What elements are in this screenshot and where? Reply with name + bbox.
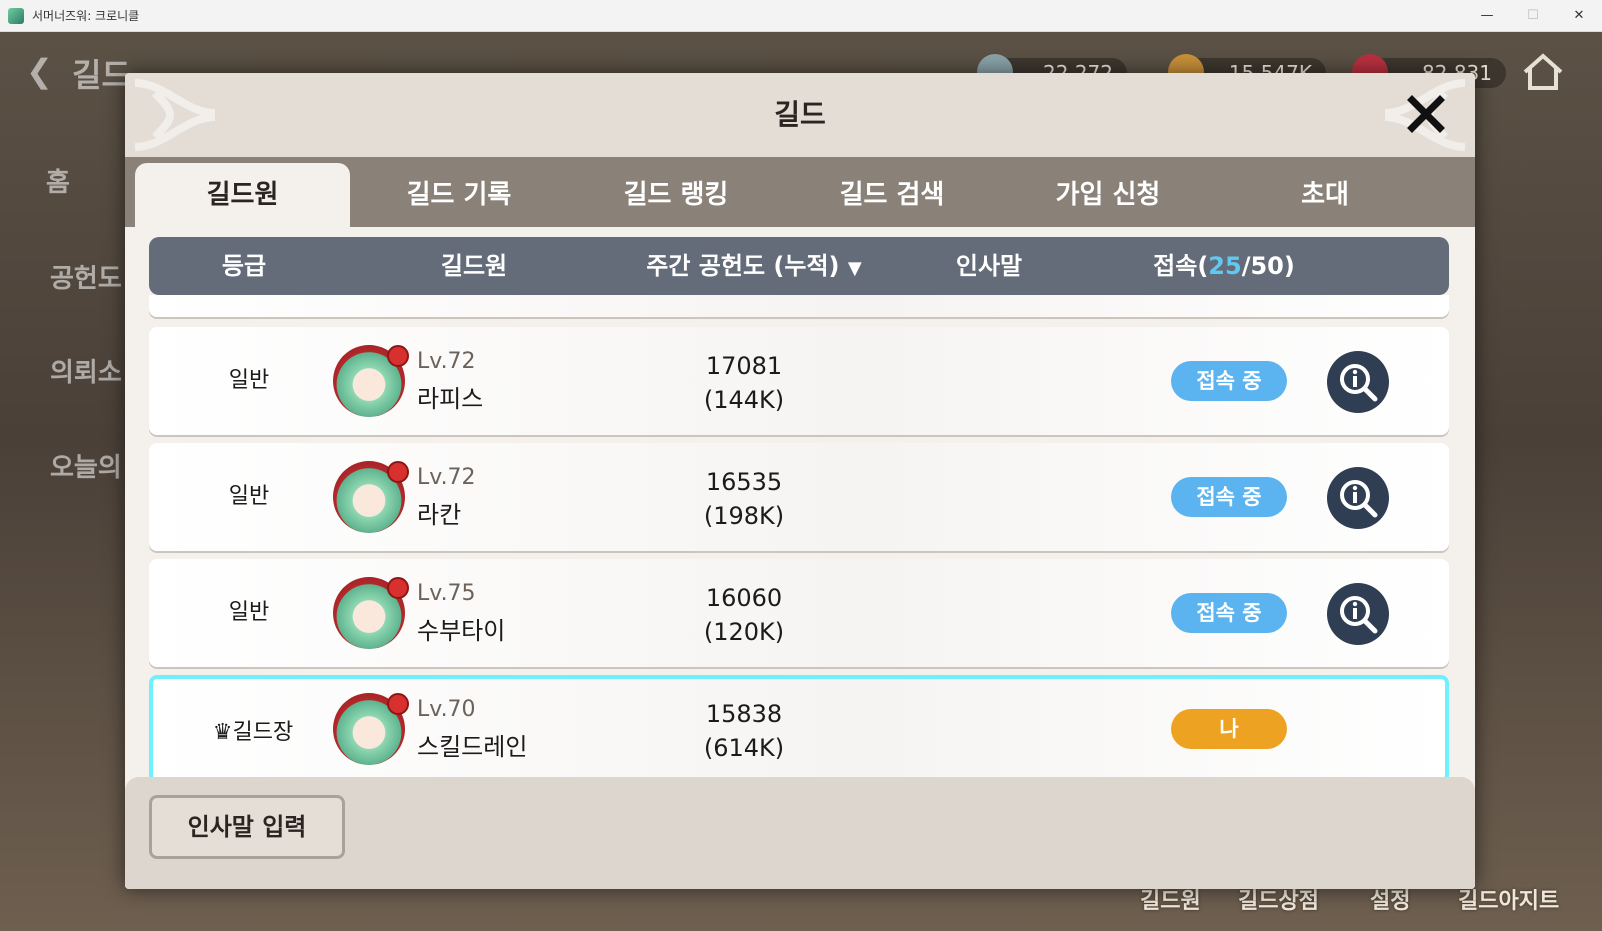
member-name: 라피스 [417, 385, 484, 413]
member-name: 스킬드레인 [417, 733, 528, 761]
member-contribution: 16060 (120K) [703, 584, 785, 646]
member-level: Lv.75 [417, 581, 476, 606]
sort-desc-icon: ▼ [847, 258, 862, 279]
rose-icon [387, 461, 409, 483]
member-contribution: 17081 (144K) [703, 352, 785, 414]
back-button[interactable]: ❮ [26, 52, 53, 90]
bg-side-contribution[interactable]: 공헌도 [50, 258, 122, 295]
tab-records[interactable]: 길드 기록 [349, 163, 569, 227]
members-panel: 등급 길드원 주간 공헌도 (누적) ▼ 인사말 접속(25/50) 일반 Lv… [125, 227, 1475, 889]
table-row-partial [149, 295, 1449, 317]
online-count: 25 [1208, 252, 1242, 280]
column-header: 등급 길드원 주간 공헌도 (누적) ▼ 인사말 접속(25/50) [149, 237, 1449, 295]
table-row[interactable]: 일반 Lv.72 라칸 16535 (198K) 접속 중 [149, 443, 1449, 551]
tab-members[interactable]: 길드원 [135, 163, 350, 227]
window-title: 서머너즈워: 크로니클 [32, 9, 140, 23]
tab-bar: 길드원 길드 기록 길드 랭킹 길드 검색 가입 신청 초대 [125, 157, 1475, 227]
close-window-button[interactable]: ✕ [1556, 0, 1602, 31]
maximize-button[interactable]: ☐ [1510, 0, 1556, 31]
dialog-footer: 인사말 입력 [125, 777, 1475, 889]
member-info-button[interactable] [1327, 351, 1389, 413]
bg-side-request[interactable]: 의뢰소 [50, 352, 122, 389]
member-name: 라칸 [417, 501, 462, 529]
member-name: 수부타이 [417, 617, 506, 645]
enter-greeting-button[interactable]: 인사말 입력 [149, 795, 345, 859]
member-grade: 일반 [228, 600, 270, 625]
table-row[interactable]: 일반 Lv.75 수부타이 16060 (120K) 접속 중 [149, 559, 1449, 667]
window-titlebar: 서머너즈워: 크로니클 — ☐ ✕ [0, 0, 1602, 32]
member-contribution: 15838 (614K) [703, 700, 785, 762]
col-grade[interactable]: 등급 [169, 237, 319, 295]
avatar[interactable] [333, 577, 409, 649]
member-grade: ♛길드장 [212, 720, 294, 745]
member-level: Lv.72 [417, 349, 476, 374]
home-icon[interactable] [1521, 52, 1565, 96]
rose-icon [387, 693, 409, 715]
member-grade: 일반 [228, 484, 270, 509]
member-contribution: 16535 (198K) [703, 468, 785, 530]
table-row[interactable]: 일반 Lv.72 라피스 17081 (144K) 접속 중 [149, 327, 1449, 435]
crown-icon: ♛ [212, 720, 233, 745]
col-greeting[interactable]: 인사말 [919, 237, 1059, 295]
member-list[interactable]: 일반 Lv.72 라피스 17081 (144K) 접속 중 일반 Lv.72 라… [149, 295, 1449, 777]
magnify-info-icon [1340, 480, 1378, 518]
member-grade: 일반 [228, 368, 270, 393]
bg-header-title: 길드 [72, 56, 131, 94]
col-online[interactable]: 접속(25/50) [1149, 237, 1299, 295]
avatar[interactable] [333, 345, 409, 417]
status-badge: 접속 중 [1171, 593, 1287, 633]
member-level: Lv.70 [417, 697, 476, 722]
rose-icon [387, 345, 409, 367]
status-badge: 접속 중 [1171, 361, 1287, 401]
bg-side-home[interactable]: 홈 [46, 162, 70, 199]
avatar[interactable] [333, 693, 409, 765]
status-badge: 접속 중 [1171, 477, 1287, 517]
dialog-header: 길드 [125, 73, 1475, 157]
tab-ranking[interactable]: 길드 랭킹 [566, 163, 786, 227]
minimize-button[interactable]: — [1464, 0, 1510, 31]
dialog-title: 길드 [774, 98, 826, 131]
bg-side-today[interactable]: 오늘의 [50, 447, 122, 484]
self-badge: 나 [1171, 709, 1287, 749]
col-member[interactable]: 길드원 [399, 237, 549, 295]
tab-search[interactable]: 길드 검색 [782, 163, 1002, 227]
app-icon [8, 7, 24, 24]
member-level: Lv.72 [417, 465, 476, 490]
magnify-info-icon [1340, 364, 1378, 402]
tab-applications[interactable]: 가입 신청 [998, 163, 1218, 227]
tab-invite[interactable]: 초대 [1215, 163, 1435, 227]
member-info-button[interactable] [1327, 467, 1389, 529]
guild-dialog: 길드 길드원 길드 기록 길드 랭킹 길드 검색 가입 신청 초대 등급 길드원… [125, 73, 1475, 889]
table-row-self[interactable]: ♛길드장 Lv.70 스킬드레인 15838 (614K) 나 [149, 675, 1449, 777]
magnify-info-icon [1340, 596, 1378, 634]
rose-icon [387, 577, 409, 599]
avatar[interactable] [333, 461, 409, 533]
member-info-button[interactable] [1327, 583, 1389, 645]
close-icon [1407, 95, 1445, 133]
col-contribution[interactable]: 주간 공헌도 (누적) ▼ [629, 237, 879, 295]
close-dialog-button[interactable] [1401, 89, 1451, 139]
